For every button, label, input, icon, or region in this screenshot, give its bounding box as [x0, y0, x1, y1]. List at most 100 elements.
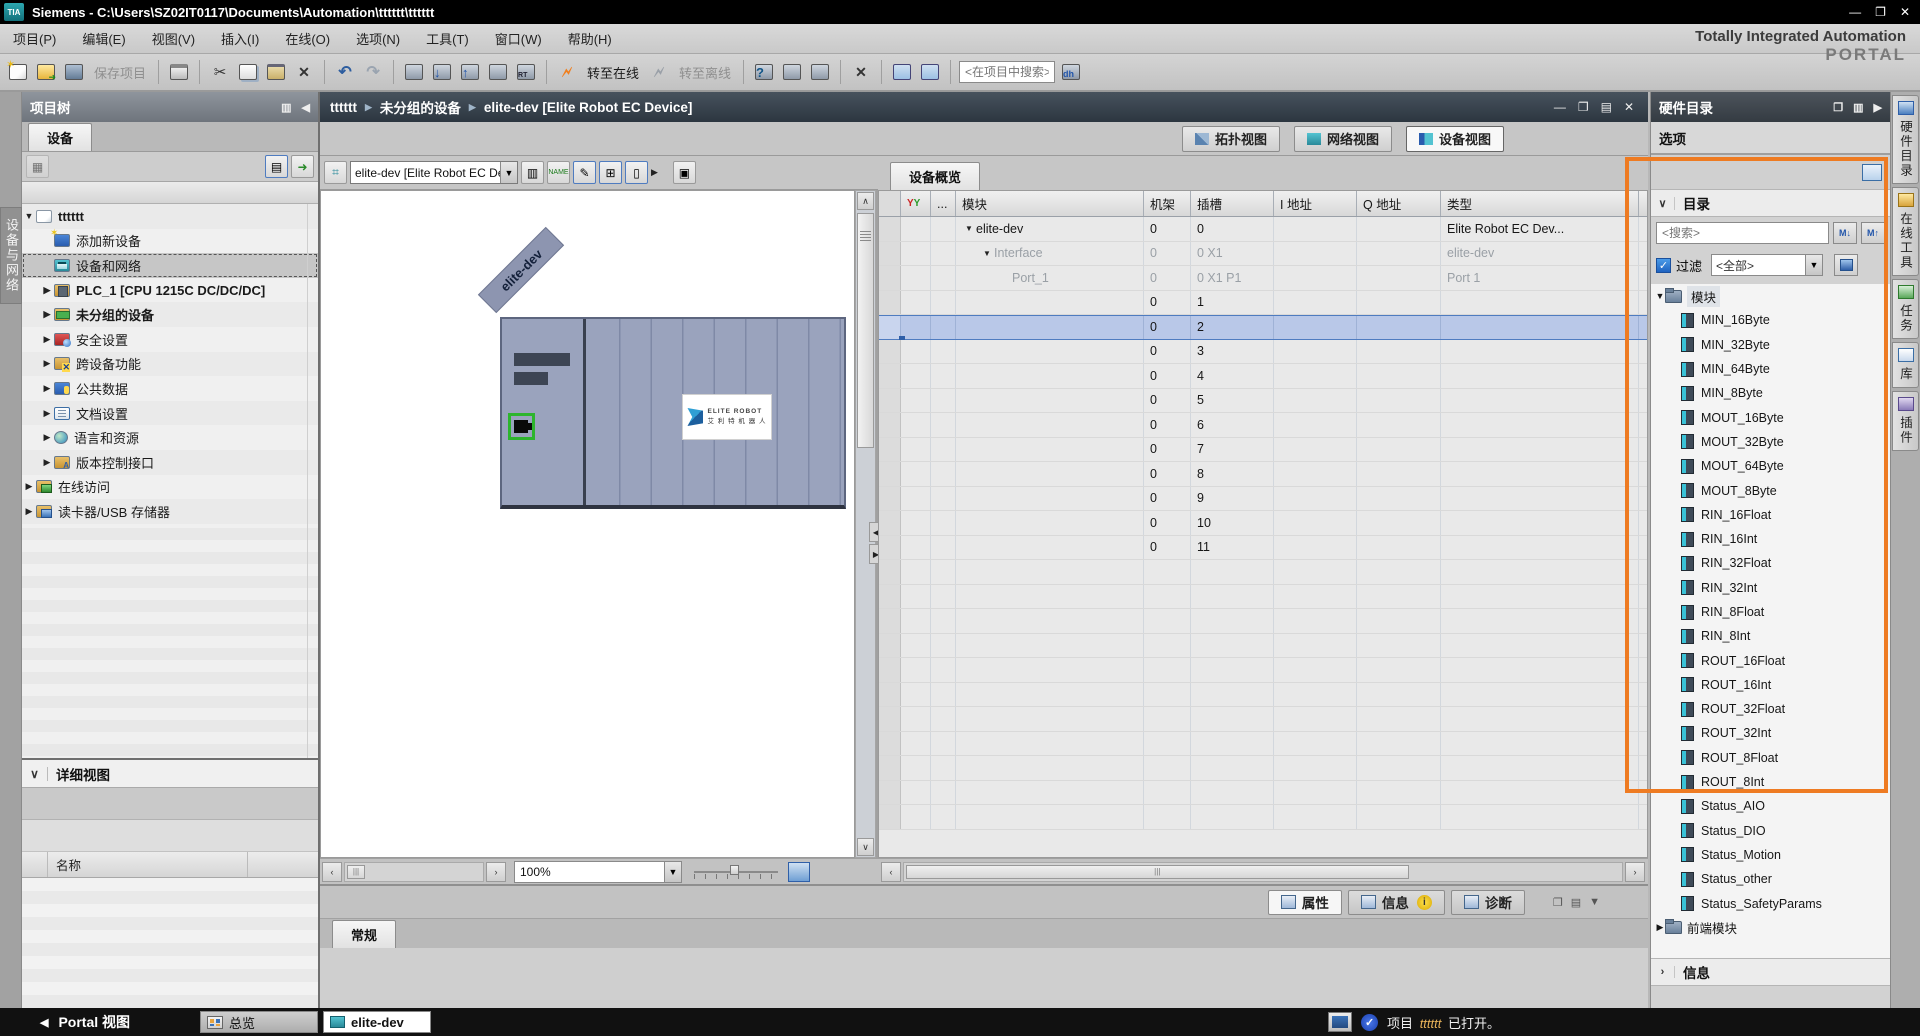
expand-arrow-icon[interactable]: ▶	[40, 432, 54, 443]
catalog-module-item[interactable]: Status_other	[1651, 867, 1891, 891]
catalog-module-item[interactable]: MIN_32Byte	[1651, 333, 1891, 357]
device-taskbar-button[interactable]: elite-dev	[323, 1011, 431, 1033]
empty-table-row[interactable]	[879, 707, 1647, 732]
stop-cpu-button[interactable]	[808, 60, 832, 84]
redo-button[interactable]	[361, 60, 385, 84]
catalog-module-item[interactable]: MIN_64Byte	[1651, 357, 1891, 381]
panel-view-icon[interactable]: ▯	[625, 161, 648, 184]
download-button[interactable]	[430, 60, 454, 84]
catalog-folder-modules[interactable]: ▼ 模块	[1651, 284, 1891, 308]
right-strip-tab[interactable]: 库	[1892, 342, 1919, 388]
profile-filter-dropdown[interactable]: <全部> ▼	[1711, 254, 1823, 276]
tree-item[interactable]: ▶ 未分组的设备	[22, 302, 318, 327]
expand-arrow-icon[interactable]: ▶	[1651, 922, 1665, 933]
compile-button[interactable]	[402, 60, 426, 84]
scroll-down-icon[interactable]: ∨	[857, 838, 874, 856]
expand-arrow-icon[interactable]: ▶	[22, 481, 36, 492]
catalog-float-icon[interactable]: ❐	[1833, 101, 1843, 114]
tree-item[interactable]: ▶ 语言和资源	[22, 425, 318, 450]
table-row[interactable]: 0 9	[879, 487, 1647, 512]
view-tab[interactable]: 拓扑视图	[1182, 126, 1280, 152]
menu-item[interactable]: 插入(I)	[208, 24, 272, 53]
collapse-catalog-icon[interactable]: ∨	[1651, 197, 1675, 210]
collapse-panel-icon[interactable]: ◀	[302, 101, 310, 114]
open-project-button[interactable]	[34, 60, 58, 84]
delete-button[interactable]	[292, 60, 316, 84]
catalog-module-item[interactable]: ROUT_32Int	[1651, 721, 1891, 745]
column-module[interactable]: 模块	[956, 191, 1144, 216]
table-row[interactable]: 0 10	[879, 511, 1647, 536]
palette-icon[interactable]	[1862, 164, 1882, 181]
column-type[interactable]: 类型	[1441, 191, 1639, 216]
inspector-tab[interactable]: 属性	[1268, 890, 1342, 915]
undo-button[interactable]	[333, 60, 357, 84]
catalog-module-item[interactable]: ROUT_16Float	[1651, 648, 1891, 672]
close-icon[interactable]: ✕	[1900, 5, 1910, 19]
right-strip-tab[interactable]: 插件	[1892, 391, 1919, 451]
scroll-right-icon[interactable]: ›	[1625, 862, 1645, 882]
expand-arrow-icon[interactable]: ▶	[40, 334, 54, 345]
cross-references-button[interactable]	[849, 60, 873, 84]
catalog-module-item[interactable]: ROUT_32Float	[1651, 697, 1891, 721]
more-tools-arrow-icon[interactable]: ▶	[651, 167, 658, 178]
inspector-tab[interactable]: 诊断	[1451, 890, 1525, 915]
print-button[interactable]	[167, 60, 191, 84]
catalog-module-item[interactable]: MIN_16Byte	[1651, 308, 1891, 332]
table-row[interactable]: ▼Interface 0 0 X1 elite-dev	[879, 242, 1647, 267]
copy-button[interactable]	[236, 60, 260, 84]
collapse-detail-icon[interactable]: ∨	[22, 767, 48, 781]
catalog-module-item[interactable]: RIN_32Float	[1651, 551, 1891, 575]
tree-item[interactable]: 添加新设备	[22, 229, 318, 254]
expand-arrow-icon[interactable]: ▶	[40, 383, 54, 394]
extra-column[interactable]: ...	[931, 191, 956, 216]
filter-checkbox[interactable]: ✓	[1656, 258, 1671, 273]
catalog-module-item[interactable]: RIN_16Int	[1651, 527, 1891, 551]
table-row[interactable]: Port_1 0 0 X1 P1 Port 1	[879, 266, 1647, 291]
status-column-icon[interactable]: YY	[901, 191, 931, 216]
view-tab[interactable]: 网络视图	[1294, 126, 1392, 152]
table-row[interactable]: 0 1	[879, 291, 1647, 316]
catalog-module-item[interactable]: ROUT_8Float	[1651, 746, 1891, 770]
restore-icon[interactable]: ❐	[1875, 5, 1886, 19]
scroll-left-icon[interactable]: ‹	[322, 862, 342, 882]
scrollbar-thumb[interactable]	[857, 213, 874, 448]
catalog-search-input[interactable]	[1656, 222, 1829, 244]
empty-table-row[interactable]	[879, 634, 1647, 659]
table-row[interactable]: 0 3	[879, 340, 1647, 365]
empty-table-row[interactable]	[879, 585, 1647, 610]
expand-info-icon[interactable]: ›	[1651, 966, 1675, 978]
device-rack[interactable]: ELITE ROBOT 艾 利 特 机 器 人	[500, 317, 846, 509]
menu-item[interactable]: 视图(V)	[139, 24, 208, 53]
search-button[interactable]	[1059, 60, 1083, 84]
catalog-module-item[interactable]: Status_Motion	[1651, 843, 1891, 867]
paste-button[interactable]	[264, 60, 288, 84]
dropdown-arrow-icon[interactable]: ▼	[500, 162, 517, 183]
expand-arrow-icon[interactable]: ▶	[40, 309, 54, 320]
profile-edit-icon[interactable]	[1834, 254, 1858, 276]
memory-card-icon[interactable]	[1328, 1012, 1352, 1032]
breadcrumb-item[interactable]: elite-dev [Elite Robot EC Device]	[484, 100, 693, 115]
menu-item[interactable]: 帮助(H)	[555, 24, 625, 53]
empty-table-row[interactable]	[879, 781, 1647, 806]
tab-general[interactable]: 常规	[332, 920, 396, 948]
right-strip-tab[interactable]: 在线工具	[1892, 187, 1919, 276]
row-expand-icon[interactable]: ▼	[962, 224, 976, 233]
tree-item[interactable]: ▶ 文档设置	[22, 401, 318, 426]
menu-item[interactable]: 在线(O)	[272, 24, 343, 53]
inspector-tab[interactable]: 信息 i	[1348, 890, 1445, 915]
go-offline-button[interactable]: 转至离线	[675, 63, 735, 82]
row-expand-icon[interactable]: ▼	[980, 249, 994, 258]
editor-float-icon[interactable]: ❐	[1578, 100, 1589, 114]
expand-arrow-icon[interactable]: ▶	[40, 457, 54, 468]
catalog-module-item[interactable]: ROUT_8Int	[1651, 770, 1891, 794]
go-online-button[interactable]: 转至在线	[583, 63, 643, 82]
catalog-expand-icon[interactable]: ▶	[1874, 101, 1882, 114]
tab-device-overview[interactable]: 设备概览	[890, 162, 980, 190]
scroll-left-icon[interactable]: ‹	[881, 862, 901, 882]
overview-taskbar-button[interactable]: 总览	[200, 1011, 318, 1033]
expand-arrow-icon[interactable]: ▶	[22, 506, 36, 517]
menu-item[interactable]: 窗口(W)	[482, 24, 555, 53]
minimize-icon[interactable]: —	[1849, 5, 1861, 19]
start-simulation-button[interactable]	[486, 60, 510, 84]
catalog-module-item[interactable]: MOUT_64Byte	[1651, 454, 1891, 478]
